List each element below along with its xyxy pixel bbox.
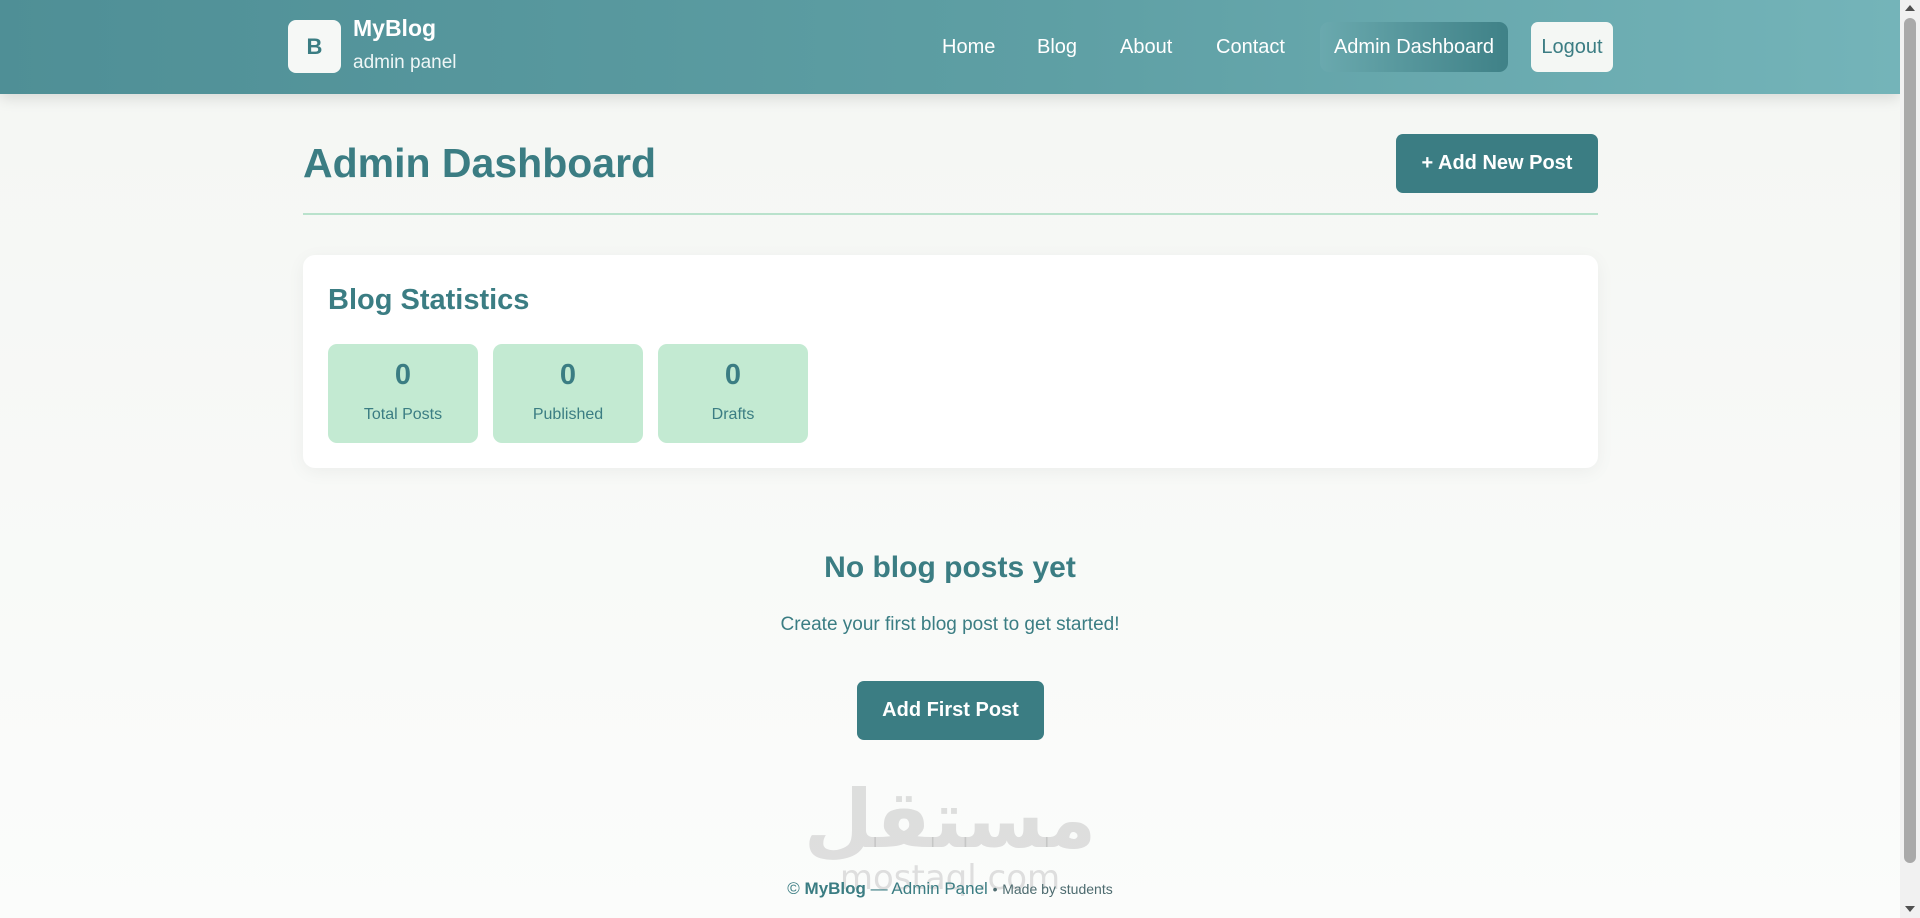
blog-statistics-title: Blog Statistics bbox=[328, 284, 530, 316]
stat-published-value: 0 bbox=[559, 359, 577, 391]
stat-total-posts: 0 Total Posts bbox=[328, 344, 478, 443]
nav-link-blog[interactable]: Blog bbox=[1037, 22, 1077, 72]
stat-drafts-value: 0 bbox=[724, 359, 742, 391]
nav-link-admin-dashboard[interactable]: Admin Dashboard bbox=[1320, 22, 1508, 72]
stat-total-posts-label: Total Posts bbox=[363, 406, 443, 423]
brand-subtitle: admin panel bbox=[353, 52, 457, 73]
stat-published: 0 Published bbox=[493, 344, 643, 443]
nav-link-about[interactable]: About bbox=[1120, 22, 1172, 72]
stat-drafts: 0 Drafts bbox=[658, 344, 808, 443]
footer-bullet: • bbox=[992, 881, 998, 897]
empty-state-text: Create your first blog post to get start… bbox=[780, 614, 1120, 635]
add-first-post-button[interactable]: Add First Post bbox=[857, 681, 1044, 740]
brand-logo[interactable]: B bbox=[288, 20, 341, 73]
nav-link-contact[interactable]: Contact bbox=[1216, 22, 1285, 72]
stat-total-posts-value: 0 bbox=[394, 359, 412, 391]
page-title: Admin Dashboard bbox=[303, 140, 657, 186]
footer: © MyBlog — Admin Panel • Made by student… bbox=[0, 879, 1900, 899]
brand-name[interactable]: MyBlog bbox=[353, 15, 436, 42]
footer-note: Made by students bbox=[1002, 881, 1113, 897]
title-divider bbox=[303, 213, 1598, 215]
scroll-up-arrow-icon[interactable] bbox=[1905, 5, 1915, 11]
empty-state-title: No blog posts yet bbox=[824, 551, 1076, 584]
logout-button[interactable]: Logout bbox=[1531, 22, 1613, 72]
footer-brand: MyBlog bbox=[804, 879, 866, 898]
footer-admin-panel: — Admin Panel bbox=[865, 879, 988, 898]
watermark-logo: مستقل bbox=[803, 773, 1097, 866]
scrollbar-thumb[interactable] bbox=[1904, 18, 1916, 863]
add-new-post-button[interactable]: + Add New Post bbox=[1396, 134, 1598, 193]
footer-copyright: © bbox=[787, 879, 800, 898]
nav-link-home[interactable]: Home bbox=[942, 22, 995, 72]
scroll-down-arrow-icon[interactable] bbox=[1905, 906, 1915, 912]
stat-drafts-label: Drafts bbox=[711, 406, 755, 423]
stat-published-label: Published bbox=[532, 406, 604, 423]
